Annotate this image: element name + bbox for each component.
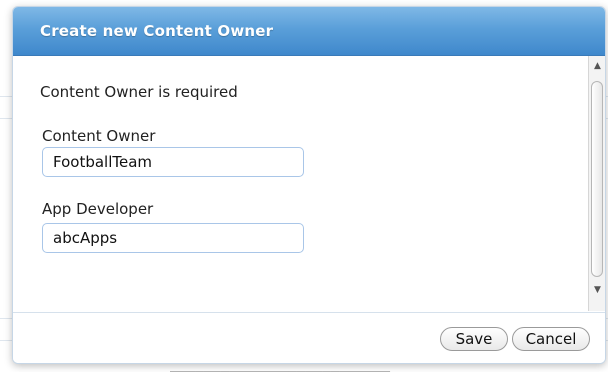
scrollbar-thumb[interactable]	[591, 81, 603, 277]
content-owner-input[interactable]	[42, 147, 304, 177]
app-developer-input[interactable]	[42, 223, 304, 253]
cancel-button[interactable]: Cancel	[512, 327, 590, 351]
dialog-title: Create new Content Owner	[40, 22, 274, 40]
validation-message: Content Owner is required	[40, 83, 238, 101]
dialog-body: Content Owner is required Content Owner …	[13, 56, 605, 311]
dialog-titlebar: Create new Content Owner	[13, 7, 605, 56]
dialog-footer: Save Cancel	[13, 312, 605, 363]
vertical-scrollbar[interactable]: ▲ ▼	[588, 56, 605, 311]
content-owner-label: Content Owner	[42, 127, 156, 145]
scroll-up-arrow-icon[interactable]: ▲	[589, 58, 605, 74]
app-developer-label: App Developer	[42, 200, 154, 218]
save-button[interactable]: Save	[440, 327, 508, 351]
create-content-owner-dialog: Create new Content Owner Content Owner i…	[12, 6, 606, 364]
scroll-down-arrow-icon[interactable]: ▼	[589, 282, 605, 298]
